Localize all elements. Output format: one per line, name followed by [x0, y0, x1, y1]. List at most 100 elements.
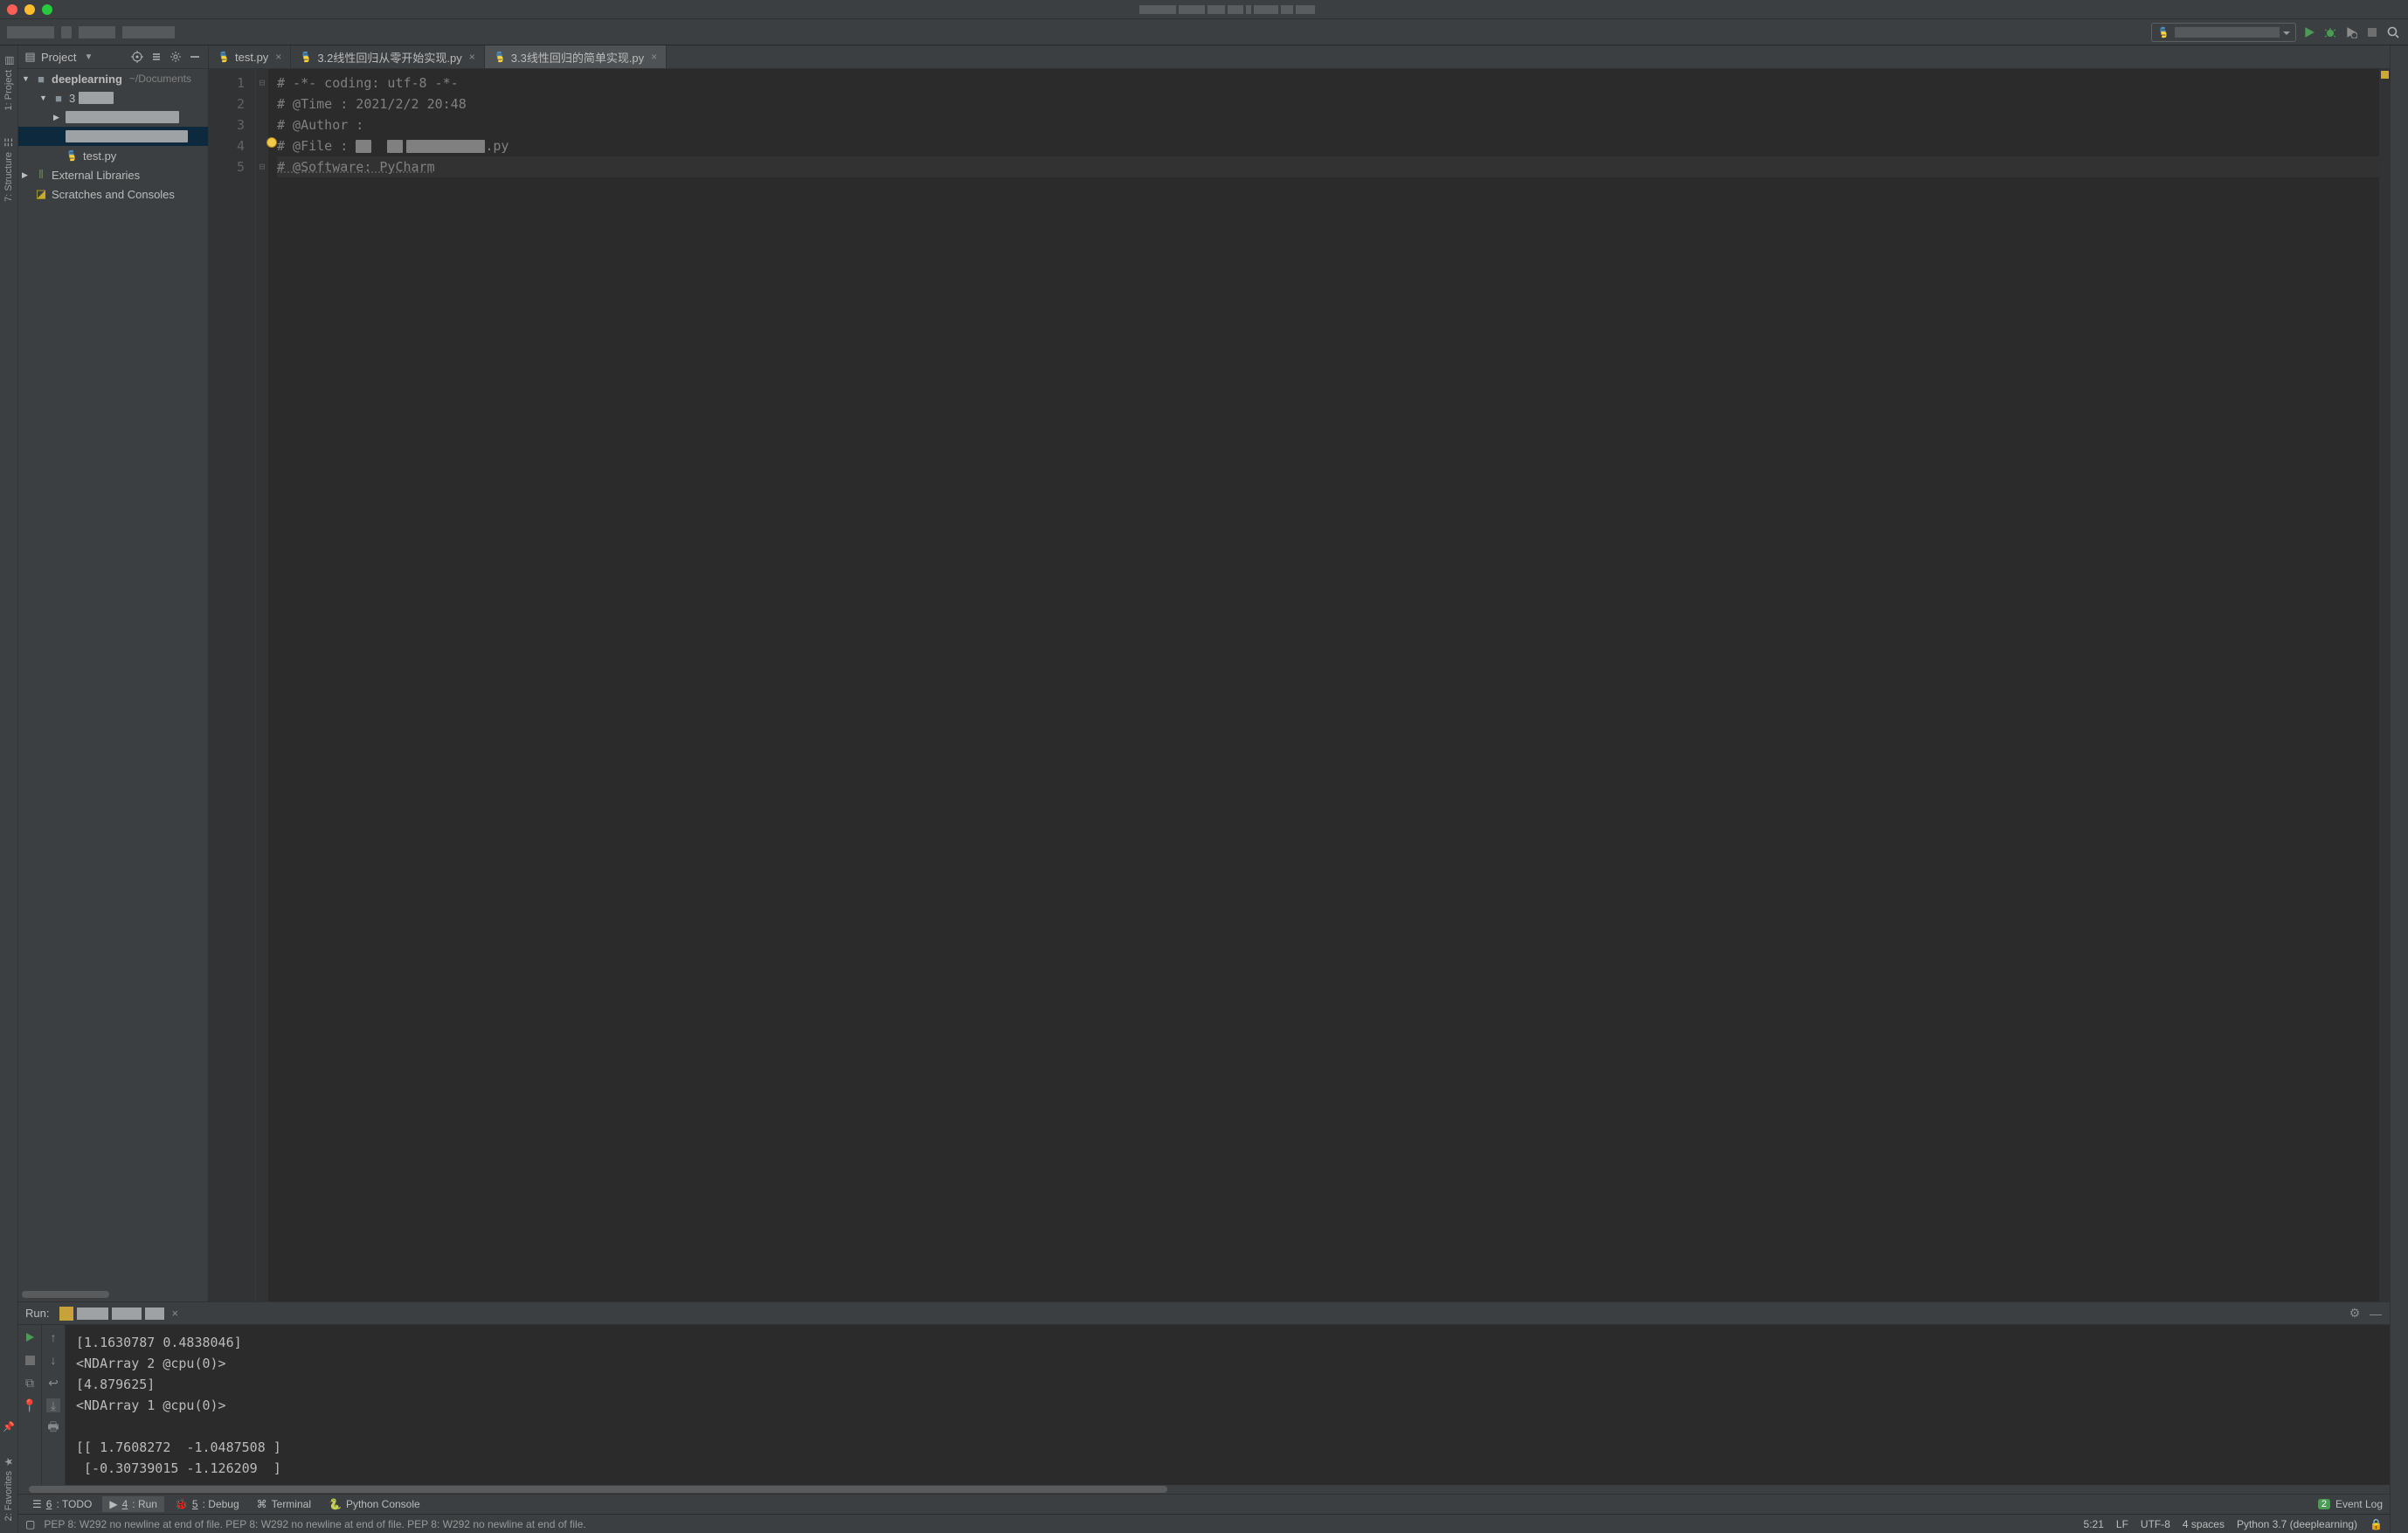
tool-tab-debug[interactable]: 🐞5: Debug — [168, 1496, 246, 1512]
navigation-bar — [0, 19, 2408, 45]
right-tool-gutter — [2390, 45, 2408, 1533]
project-tool-window: ▤ Project ▼ ▼ — [18, 45, 209, 1301]
console-scrollbar[interactable] — [18, 1485, 2390, 1494]
title-blurred — [1139, 5, 1315, 14]
indent-setting[interactable]: 4 spaces — [2183, 1518, 2225, 1530]
tree-scratches[interactable]: ◪ Scratches and Consoles — [18, 184, 208, 204]
traffic-lights — [7, 4, 52, 15]
pin-tab-button[interactable]: 📍 — [23, 1398, 37, 1412]
editor-tab[interactable]: 3.2线性回归从零开始实现.py × — [291, 45, 484, 68]
hide-run-button[interactable]: — — [2369, 1307, 2383, 1321]
editor[interactable]: 1 2 3 4 5 ⊟ ⊟ — [209, 69, 2390, 1301]
scroll-to-end-button[interactable]: ⤓ — [46, 1398, 60, 1412]
tree-file-test[interactable]: test.py — [18, 146, 208, 165]
run-status-icon — [59, 1307, 73, 1321]
tree-root[interactable]: ▼ ■ deeplearning ~/Documents — [18, 69, 208, 88]
horizontal-scrollbar[interactable] — [22, 1291, 204, 1298]
chevron-down-icon: ▼ — [22, 74, 31, 83]
print-button[interactable]: 🖶 — [46, 1421, 60, 1435]
soft-wrap-button[interactable]: ↩ — [46, 1376, 60, 1390]
line-separator[interactable]: LF — [2116, 1518, 2128, 1530]
settings-button[interactable] — [168, 49, 183, 65]
tool-tab-todo[interactable]: ☰6: TODO — [25, 1496, 99, 1512]
tree-folder[interactable]: ▼ ■ 3 — [18, 88, 208, 108]
debug-button[interactable] — [2322, 24, 2338, 40]
root-path: ~/Documents — [129, 73, 191, 85]
pin-icon[interactable]: 📌 — [1, 1416, 17, 1438]
lock-icon[interactable]: 🔒 — [2370, 1518, 2383, 1530]
tab-label: 3.2线性回归从零开始实现.py — [317, 49, 461, 66]
folder-icon: ■ — [34, 73, 48, 86]
bottom-tool-bar: ☰6: TODO ▶4: Run 🐞5: Debug ⌘Terminal 🐍Py… — [18, 1494, 2390, 1514]
search-everywhere-button[interactable] — [2385, 24, 2401, 40]
left-tool-gutter: 1: Project ▤ 7: Structure ☷ 📌 2: Favorit… — [0, 45, 18, 1533]
python-icon: 🐍 — [329, 1498, 342, 1510]
run-configuration-select[interactable] — [2151, 23, 2296, 42]
hide-button[interactable] — [187, 49, 203, 65]
tool-tab-project[interactable]: 1: Project ▤ — [1, 49, 17, 115]
stop-process-button[interactable] — [23, 1353, 37, 1367]
run-toolbar-primary: ⧉ 📍 — [18, 1325, 42, 1485]
root-name: deeplearning — [52, 73, 122, 86]
project-title: Project — [41, 51, 76, 64]
layout-button[interactable]: ⧉ — [23, 1376, 37, 1390]
external-libraries-label: External Libraries — [52, 169, 140, 182]
python-file-icon — [66, 149, 80, 162]
run-tab[interactable]: × — [56, 1305, 182, 1322]
tool-tab-favorites[interactable]: 2: Favorites ★ — [1, 1450, 17, 1526]
star-icon: ★ — [3, 1455, 15, 1467]
breadcrumb[interactable] — [7, 19, 175, 45]
collapse-all-button[interactable] — [149, 49, 164, 65]
fold-gutter: ⊟ ⊟ — [256, 69, 268, 1301]
libraries-icon: ⫴ — [34, 168, 48, 182]
tool-tab-run[interactable]: ▶4: Run — [102, 1496, 164, 1512]
close-tab-button[interactable]: × — [651, 51, 657, 63]
toolwindow-quick-access-icon[interactable]: ▢ — [25, 1518, 35, 1530]
code-area[interactable]: # -*- coding: utf-8 -*- # @Time : 2021/2… — [268, 69, 2379, 1301]
minimize-window-button[interactable] — [24, 4, 35, 15]
status-message: PEP 8: W292 no newline at end of file. P… — [44, 1518, 585, 1530]
structure-icon: ☷ — [3, 136, 15, 149]
editor-tab[interactable]: test.py × — [209, 45, 291, 68]
project-view-select[interactable]: ▤ Project ▼ — [24, 51, 128, 64]
editor-tabs: test.py × 3.2线性回归从零开始实现.py × 3.3线性回归的简单实… — [209, 45, 2390, 69]
chevron-right-icon: ▶ — [53, 113, 62, 122]
close-tab-button[interactable]: × — [469, 51, 475, 63]
run-with-coverage-button[interactable] — [2343, 24, 2359, 40]
close-run-tab[interactable]: × — [171, 1307, 178, 1320]
rerun-button[interactable] — [23, 1330, 37, 1344]
interpreter[interactable]: Python 3.7 (deeplearning) — [2237, 1518, 2357, 1530]
locate-button[interactable] — [129, 49, 145, 65]
titlebar — [0, 0, 2408, 19]
file-encoding[interactable]: UTF-8 — [2141, 1518, 2170, 1530]
tool-tab-structure[interactable]: 7: Structure ☷ — [1, 131, 17, 207]
editor-tab-active[interactable]: 3.3线性回归的简单实现.py × — [485, 45, 667, 68]
intention-bulb-icon[interactable] — [266, 137, 277, 148]
scratches-icon: ◪ — [34, 187, 48, 201]
zoom-window-button[interactable] — [42, 4, 52, 15]
tool-tab-event-log[interactable]: Event Log — [2335, 1498, 2383, 1510]
folder-icon: ■ — [52, 92, 66, 105]
tree-external-libraries[interactable]: ▶ ⫴ External Libraries — [18, 165, 208, 184]
console-output[interactable]: [1.1630787 0.4838046] <NDArray 2 @cpu(0)… — [66, 1325, 2390, 1485]
tab-label: 3.3线性回归的简单实现.py — [511, 49, 644, 66]
run-settings-button[interactable]: ⚙ — [2348, 1307, 2362, 1321]
close-window-button[interactable] — [7, 4, 17, 15]
run-tool-window: Run: × ⚙ — — [18, 1301, 2390, 1494]
down-stack-button[interactable]: ↓ — [46, 1353, 60, 1367]
debug-icon: 🐞 — [175, 1498, 188, 1510]
tool-tab-python-console[interactable]: 🐍Python Console — [322, 1496, 427, 1512]
up-stack-button[interactable]: ↑ — [46, 1330, 60, 1344]
caret-position[interactable]: 5:21 — [2084, 1518, 2104, 1530]
python-file-icon — [300, 51, 312, 63]
tool-tab-terminal[interactable]: ⌘Terminal — [250, 1496, 318, 1512]
warning-marker[interactable] — [2381, 71, 2389, 79]
close-tab-button[interactable]: × — [275, 51, 281, 63]
stop-button[interactable] — [2364, 24, 2380, 40]
tree-file-selected[interactable] — [18, 127, 208, 146]
python-icon — [2157, 26, 2169, 38]
run-button[interactable] — [2301, 24, 2317, 40]
tree-file[interactable]: ▶ — [18, 108, 208, 127]
project-view-icon: ▤ — [24, 51, 37, 64]
marker-bar[interactable] — [2379, 69, 2390, 1301]
